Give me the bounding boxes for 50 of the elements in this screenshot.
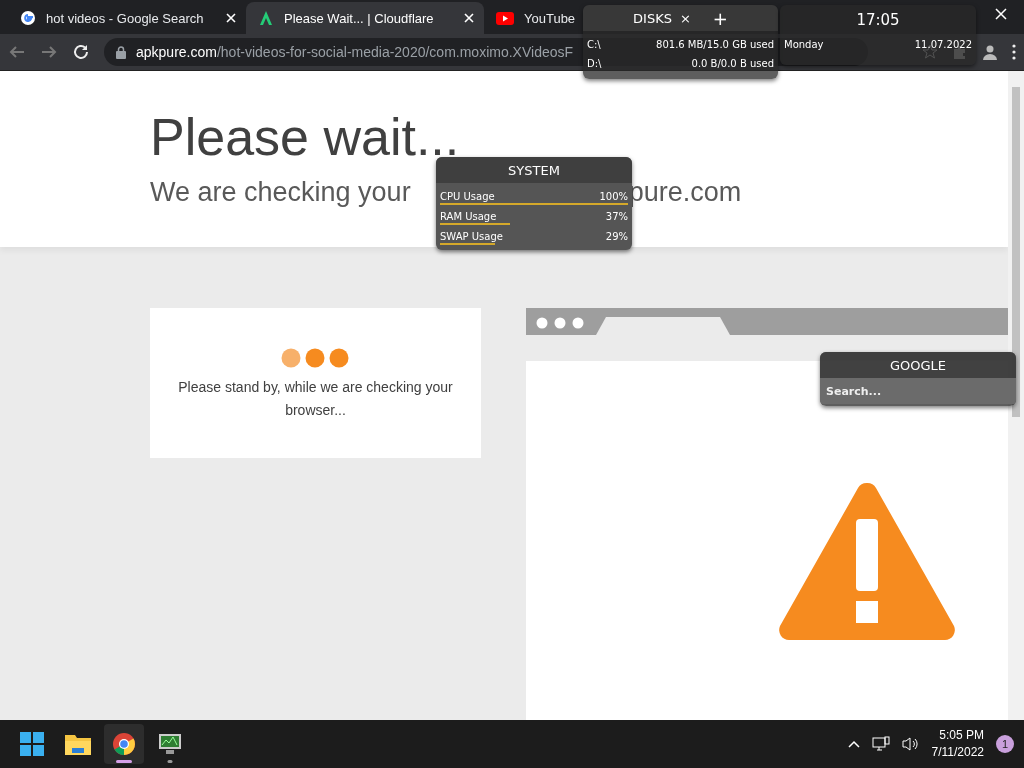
- apkpure-icon: [258, 10, 274, 26]
- browser-tab[interactable]: Please Wait... | Cloudflare: [246, 2, 484, 34]
- close-icon[interactable]: [464, 13, 474, 23]
- browser-tab[interactable]: YouTube: [484, 2, 586, 34]
- url-text: apkpure.com/hot-videos-for-social-media-2020/com.moximo.XVideosF: [136, 44, 574, 60]
- meter-value: 37%: [605, 210, 628, 224]
- speaker-icon: [901, 736, 920, 752]
- chevron-up-icon: [847, 740, 860, 748]
- chrome-icon: [112, 732, 136, 756]
- search-field[interactable]: Search...: [820, 378, 1016, 404]
- folder-icon: [65, 733, 91, 755]
- page-heading: Please wait...: [150, 111, 461, 163]
- clock-time: 17:05: [856, 11, 900, 29]
- taskbar-time: 5:05 PM: [939, 727, 984, 744]
- close-icon[interactable]: [226, 13, 236, 23]
- drive-usage: 801.6 MB/15.0 GB used: [656, 38, 774, 52]
- meter-label: CPU Usage: [440, 190, 495, 204]
- tab-shape-icon: [596, 317, 730, 335]
- profile-icon: [982, 44, 998, 60]
- warning-icon: [777, 481, 957, 641]
- close-icon: [995, 8, 1007, 20]
- scrollbar[interactable]: [1008, 71, 1024, 720]
- youtube-icon: [496, 11, 514, 25]
- widget-close[interactable]: ×: [679, 10, 691, 26]
- meter-label: RAM Usage: [440, 210, 497, 224]
- meter-value: 100%: [599, 190, 628, 204]
- clock-date: 11.07.2022: [914, 38, 972, 52]
- windows-icon: [20, 732, 44, 756]
- page-subheading: We are checking your: [150, 177, 411, 208]
- drive-name: C:\: [587, 38, 601, 52]
- widget-title: SYSTEM: [508, 162, 560, 178]
- taskbar-app[interactable]: [104, 724, 144, 764]
- network-icon: [871, 736, 890, 752]
- browser-tab[interactable]: hot videos - Google Search: [8, 2, 246, 34]
- lock-icon: [116, 45, 126, 59]
- page-subheading: pure.com: [628, 177, 742, 208]
- monitor-icon: [158, 733, 182, 755]
- reload-icon[interactable]: [72, 43, 90, 61]
- loading-icon: [280, 348, 351, 368]
- meter-value: 29%: [605, 230, 628, 244]
- status-message: Please stand by, while we are checking your browser...: [177, 378, 454, 420]
- taskbar-date: 7/11/2022: [931, 744, 984, 761]
- menu-icon: [1012, 44, 1016, 60]
- widget-add[interactable]: +: [712, 7, 728, 29]
- clock-day: Monday: [784, 35, 824, 55]
- notification-badge[interactable]: 1: [996, 735, 1014, 753]
- widget-title: DISKS: [633, 10, 672, 26]
- widget-title: GOOGLE: [889, 357, 947, 373]
- google-icon: [20, 10, 36, 26]
- meter-label: SWAP Usage: [440, 230, 503, 244]
